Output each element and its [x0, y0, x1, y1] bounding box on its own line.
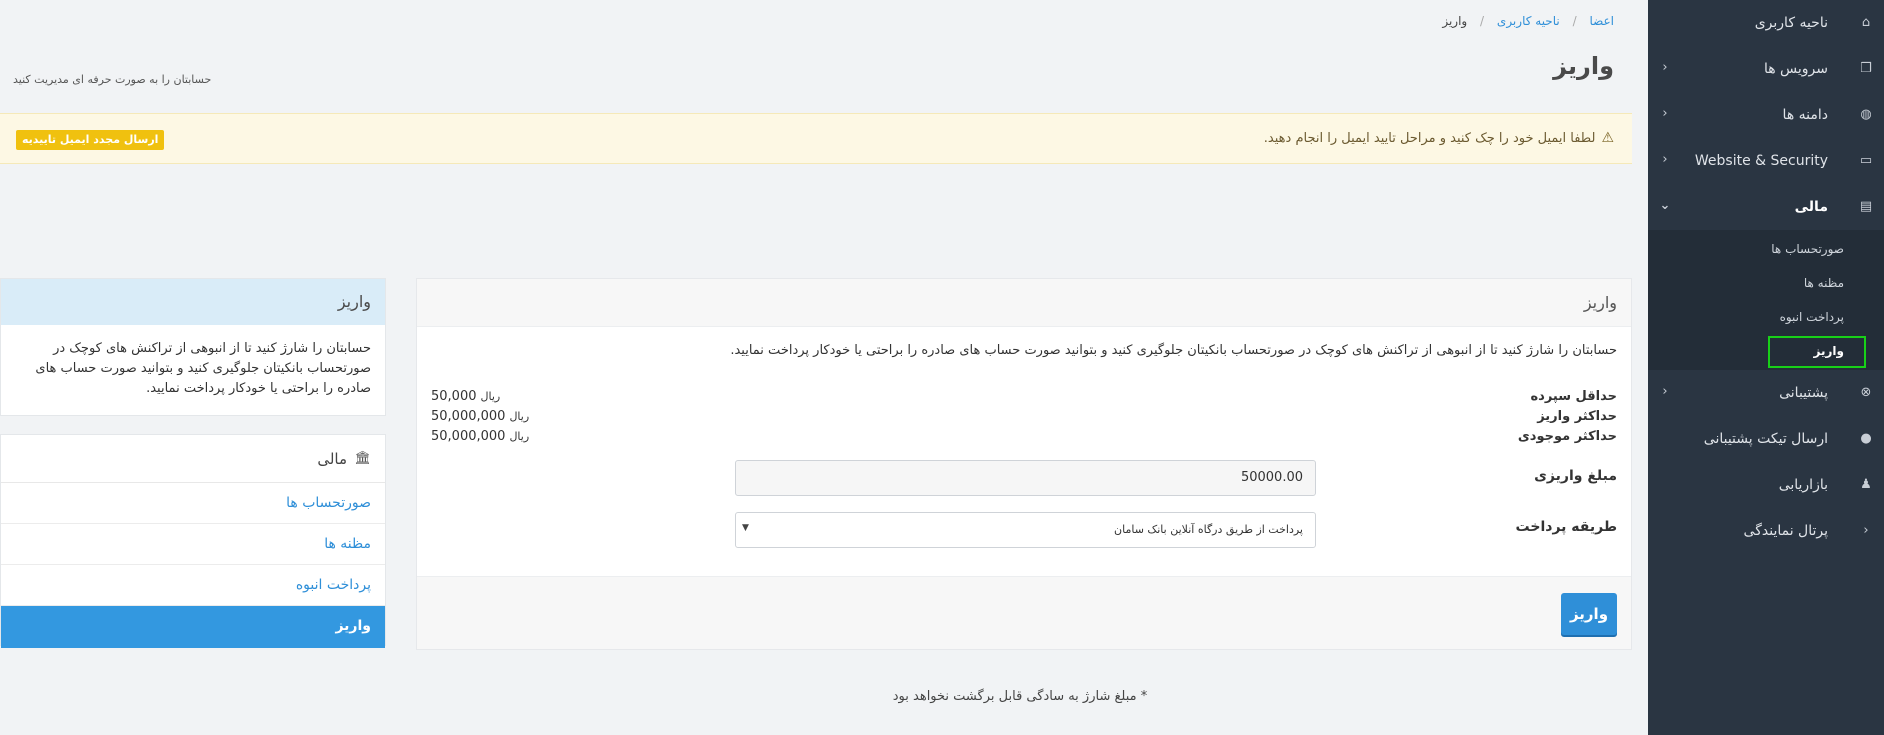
billing-menu-box: مالی 🏛 صورتحساب ها مظنه ها پرداخت انبوه …	[0, 434, 386, 648]
file-icon: ▤	[1859, 199, 1873, 214]
menu-item-quotes[interactable]: مظنه ها	[1, 524, 385, 565]
breadcrumb-current: واریز	[1442, 14, 1468, 28]
sidebar-item-reseller-portal[interactable]: ‹ پرتال نمایندگی	[1648, 508, 1884, 554]
cube-icon: ❒	[1860, 61, 1872, 76]
menu-item-label: واریز	[335, 618, 371, 634]
sidebar-item-support[interactable]: ⊗ پشتیبانی ‹	[1648, 370, 1884, 416]
sidebar-subitem-quotes[interactable]: مظنه ها	[1648, 266, 1884, 300]
highlight-box	[1768, 336, 1866, 368]
sidebar-item-client-area[interactable]: ⌂ ناحیه کاربری	[1648, 0, 1884, 46]
sidebar-item-label: ناحیه کاربری	[1754, 15, 1828, 31]
max-balance-label: حداکثر موجودی	[1517, 429, 1617, 444]
menu-item-label: صورتحساب ها	[286, 495, 371, 511]
breadcrumb-link-members[interactable]: اعضا	[1589, 14, 1614, 28]
sidebar-item-label: پشتیبانی	[1779, 385, 1828, 401]
sidebar-item-label: دامنه ها	[1782, 107, 1828, 123]
sidebar-item-label: Website & Security	[1694, 153, 1828, 169]
alert-text: لطفا ایمیل خود را چک کنید و مراحل تایید …	[1263, 130, 1596, 146]
add-funds-panel: واریز حسابتان را شارژ کنید تا از انبوهی …	[416, 278, 1632, 650]
chevron-down-icon: ⌄	[1659, 198, 1671, 213]
resend-verification-button[interactable]: ارسال مجدد ایمیل تاییدیه	[16, 130, 165, 150]
menu-item-mass-pay[interactable]: پرداخت انبوه	[1, 565, 385, 606]
globe-icon: ◍	[1860, 107, 1872, 122]
email-verification-alert: ⚠ لطفا ایمیل خود را چک کنید و مراحل تایی…	[0, 113, 1632, 164]
sidebar-item-label: مالی	[1794, 199, 1828, 215]
payment-method-select[interactable]: پرداخت از طریق درگاه آنلاین بانک سامان ▼	[735, 512, 1316, 548]
monitor-icon: ▭	[1859, 153, 1873, 168]
sidebar-item-label: بازاریابی	[1778, 477, 1828, 493]
sidebar: ⌂ ناحیه کاربری ❒ سرویس ها ‹ ◍ دامنه ها ‹…	[1648, 0, 1884, 735]
amount-input[interactable]: 50000.00	[735, 460, 1316, 496]
amount-label: مبلغ واریزی	[1534, 468, 1617, 484]
sidebar-item-billing[interactable]: ▤ مالی ⌄	[1648, 184, 1884, 230]
chevron-left-icon: ‹	[1863, 523, 1869, 538]
panel-description: حسابتان را شارژ کنید تا از انبوهی از ترا…	[730, 343, 1617, 358]
currency: ریال	[480, 390, 501, 403]
breadcrumb-link-client-area[interactable]: ناحیه کاربری	[1497, 14, 1560, 28]
chevron-left-icon: ‹	[1662, 152, 1668, 167]
warning-icon: ⚠	[1601, 130, 1614, 146]
payment-method-value: پرداخت از طریق درگاه آنلاین بانک سامان	[1114, 523, 1303, 536]
max-balance-value: 50,000,000 ریال	[431, 429, 529, 444]
billing-submenu: صورتحساب ها مظنه ها پرداخت انبوه واریز	[1648, 230, 1884, 370]
value: 50,000,000	[431, 409, 506, 424]
comment-icon: ●	[1860, 431, 1872, 446]
value: 50,000	[431, 389, 477, 404]
menu-item-invoices[interactable]: صورتحساب ها	[1, 483, 385, 524]
sidebar-subitem-invoices[interactable]: صورتحساب ها	[1648, 232, 1884, 266]
currency: ریال	[509, 430, 530, 443]
min-deposit-value: 50,000 ریال	[431, 389, 500, 404]
menu-item-label: پرداخت انبوه	[295, 577, 371, 593]
sidebar-item-label: سرویس ها	[1763, 61, 1828, 77]
sidebar-item-services[interactable]: ❒ سرویس ها ‹	[1648, 46, 1884, 92]
max-deposit-label: حداکثر واریز	[1537, 409, 1617, 424]
menu-item-add-funds[interactable]: واریز	[1, 606, 385, 648]
chevron-left-icon: ‹	[1662, 60, 1668, 75]
dropdown-arrow-icon: ▼	[742, 523, 749, 533]
sidebar-item-affiliates[interactable]: ♟ بازاریابی	[1648, 462, 1884, 508]
menu-header: مالی 🏛	[1, 435, 385, 483]
footnote: * مبلغ شارژ به سادگی قابل برگشت نخواهد ب…	[892, 689, 1148, 704]
panel-header: واریز	[417, 279, 1631, 327]
info-title: واریز	[337, 292, 371, 311]
sidebar-item-label: ارسال تیکت پشتیبانی	[1703, 431, 1828, 447]
chevron-left-icon: ‹	[1662, 384, 1668, 399]
alert-message: ⚠ لطفا ایمیل خود را چک کنید و مراحل تایی…	[1264, 130, 1614, 146]
info-header: واریز	[1, 279, 385, 325]
sidebar-item-label: پرتال نمایندگی	[1743, 523, 1828, 539]
menu-item-label: مظنه ها	[324, 536, 371, 552]
min-deposit-label: حداقل سپرده	[1530, 389, 1618, 404]
breadcrumb-separator: /	[1572, 14, 1577, 28]
deposit-button[interactable]: واریز	[1561, 593, 1617, 635]
currency: ریال	[509, 410, 530, 423]
panel-footer: واریز	[417, 576, 1631, 649]
bank-icon: 🏛	[354, 451, 371, 466]
breadcrumb-separator: /	[1480, 14, 1485, 28]
info-box: واریز حسابتان را شارژ کنید تا از انبوهی …	[0, 278, 386, 416]
sidebar-subitem-add-funds[interactable]: واریز	[1648, 334, 1884, 368]
page-subtitle: حسابتان را به صورت حرفه ای مدیریت کنید	[13, 73, 212, 86]
value: 50,000,000	[431, 429, 506, 444]
breadcrumb: اعضا / ناحیه کاربری / واریز	[1442, 14, 1614, 28]
life-ring-icon: ⊗	[1860, 385, 1872, 400]
panel-title: واریز	[1583, 293, 1617, 312]
home-icon: ⌂	[1861, 15, 1871, 30]
sidebar-item-domains[interactable]: ◍ دامنه ها ‹	[1648, 92, 1884, 138]
max-deposit-value: 50,000,000 ریال	[431, 409, 529, 424]
sidebar-subitem-mass-pay[interactable]: پرداخت انبوه	[1648, 300, 1884, 334]
sidebar-item-website-security[interactable]: ▭ Website & Security ‹	[1648, 138, 1884, 184]
payment-method-label: طریقه پرداخت	[1515, 519, 1617, 535]
page-title: واریز	[1553, 52, 1614, 80]
menu-title: مالی	[317, 450, 347, 468]
chevron-left-icon: ‹	[1662, 106, 1668, 121]
info-text: حسابتان را شارژ کنید تا از انبوهی از ترا…	[35, 341, 371, 396]
sidebar-item-open-ticket[interactable]: ● ارسال تیکت پشتیبانی	[1648, 416, 1884, 462]
users-icon: ♟	[1860, 477, 1872, 492]
